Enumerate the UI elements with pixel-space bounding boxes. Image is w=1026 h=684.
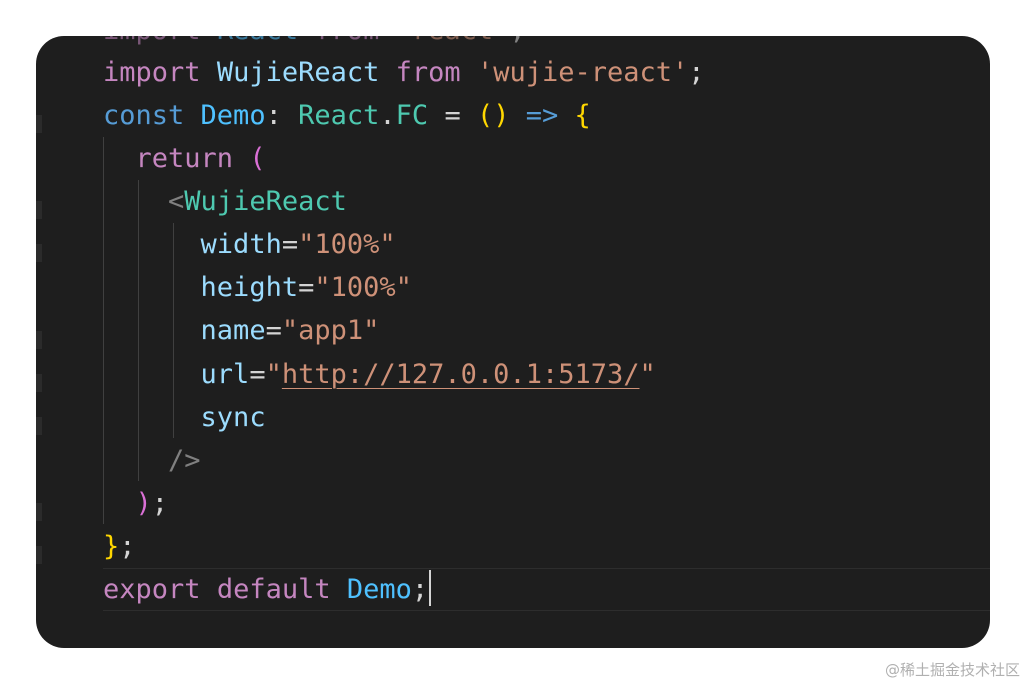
punctuation: ; (509, 36, 525, 46)
punctuation: . (379, 100, 396, 131)
code-line: name="app1" (103, 309, 380, 352)
attribute-name: sync (200, 402, 266, 433)
code-line: width="100%" (103, 223, 396, 266)
keyword: from (314, 36, 379, 46)
keyword: import (103, 36, 201, 46)
keyword: return (135, 143, 234, 174)
identifier: React (217, 36, 298, 46)
url-link[interactable]: http://127.0.0.1:5173/ (282, 359, 640, 390)
text-cursor (429, 570, 432, 606)
keyword: import (103, 57, 201, 88)
attribute-name: height (200, 272, 299, 303)
string-literal: 'react' (396, 36, 510, 46)
string-literal: "app1" (281, 315, 380, 346)
bracket: } (103, 531, 120, 562)
string-quote: " (639, 359, 656, 390)
identifier: Demo (200, 100, 266, 131)
operator: => (525, 100, 559, 131)
tag-bracket: < (168, 186, 185, 217)
bracket: ( (249, 143, 266, 174)
tag-bracket: /> (168, 445, 201, 476)
code-line: }; (103, 525, 136, 568)
attribute-name: width (200, 229, 282, 260)
identifier: WujieReact (216, 57, 380, 88)
attribute-name: url (200, 359, 250, 390)
watermark: @稀土掘金技术社区 (884, 661, 1020, 679)
code-line: sync (103, 396, 266, 439)
punctuation: ; (151, 488, 169, 519)
operator: = (298, 272, 315, 303)
code-line: import WujieReact from 'wujie-react'; (103, 51, 705, 94)
punctuation: ; (411, 574, 429, 605)
component-tag: WujieReact (184, 186, 347, 217)
code-line: <WujieReact (103, 180, 347, 223)
bracket: ) (135, 488, 152, 519)
code-line: height="100%" (103, 266, 412, 309)
bracket: { (574, 100, 591, 131)
code-area[interactable]: import React from 'react'; import WujieR… (36, 36, 990, 648)
operator: = (281, 229, 299, 260)
string-quote: " (265, 359, 282, 390)
attribute-name: name (200, 315, 266, 346)
code-line: const Demo: React.FC = () => { (103, 94, 591, 137)
string-literal: "100%" (314, 272, 412, 303)
bracket: () (476, 100, 510, 131)
keyword: const (103, 100, 185, 131)
code-line: return ( (103, 137, 266, 180)
string-literal: 'wujie-react' (476, 57, 689, 88)
operator: = (249, 359, 266, 390)
punctuation: ; (688, 57, 705, 88)
keyword: from (395, 57, 461, 88)
code-editor[interactable]: import React from 'react'; import WujieR… (36, 36, 990, 648)
code-line: /> (103, 439, 201, 482)
code-line: import React from 'react'; (103, 36, 526, 52)
code-line: ); (103, 482, 169, 525)
punctuation: ; (119, 531, 136, 562)
punctuation: : (265, 100, 282, 131)
keyword: default (216, 574, 331, 605)
operator: = (444, 100, 461, 131)
keyword: export (103, 574, 201, 605)
code-line: export default Demo; (103, 568, 432, 611)
type-name: React (298, 100, 380, 131)
type-name: FC (395, 100, 429, 131)
identifier: Demo (346, 574, 412, 605)
code-line: url="http://127.0.0.1:5173/" (103, 353, 656, 396)
operator: = (265, 315, 282, 346)
string-literal: "100%" (298, 229, 396, 260)
